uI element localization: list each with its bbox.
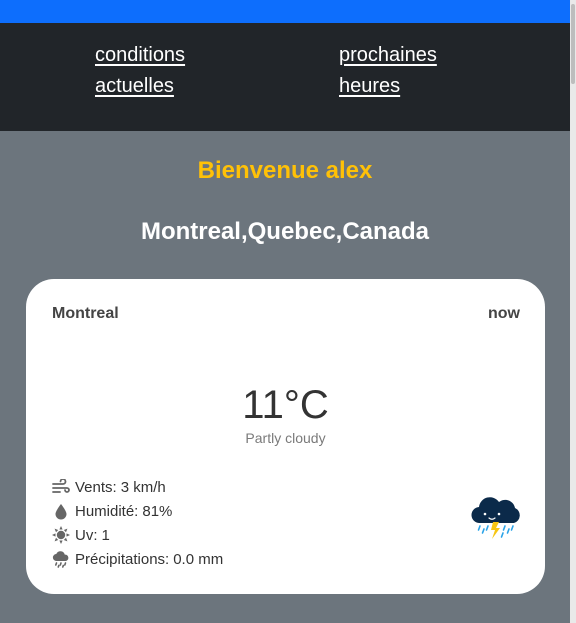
thunderstorm-icon [468, 495, 524, 543]
wind-icon [52, 478, 70, 496]
card-city: Montreal [52, 305, 119, 322]
wind-label: Vents: [75, 478, 117, 496]
nav-link-text: conditions [95, 44, 186, 66]
cloud-rain-icon [52, 550, 70, 568]
uv-row: Uv: 1 [52, 523, 223, 547]
humidity-label: Humidité: [75, 502, 139, 520]
nav-link-conditions-actuelles[interactable]: conditions actuelles [95, 40, 235, 102]
humidity-value: 81% [142, 502, 173, 520]
weather-details: Vents: 3 km/h Humidité: 81% Uv: 1 Précip… [52, 475, 223, 571]
nav-link-text: heures [339, 75, 401, 97]
top-accent-bar [0, 0, 576, 23]
wind-row: Vents: 3 km/h [52, 475, 223, 499]
precipitation-row: Précipitations: 0.0 mm [52, 547, 223, 571]
card-time: now [488, 305, 520, 322]
condition-text: Partly cloudy [245, 430, 326, 446]
weather-card: Montreal now 11°C Partly cloudy Vents: 3… [26, 279, 545, 594]
welcome-heading: Bienvenue alex [197, 157, 373, 184]
scrollbar-thumb[interactable] [571, 4, 575, 84]
wind-value: 3 km/h [120, 478, 166, 496]
page-scrollbar[interactable] [570, 0, 576, 623]
uv-label: Uv: [75, 526, 98, 544]
precipitation-label: Précipitations: [75, 550, 170, 568]
sun-icon [52, 526, 70, 544]
precipitation-value: 0.0 mm [173, 550, 224, 568]
nav-link-text: prochaines [339, 44, 437, 66]
humidity-row: Humidité: 81% [52, 499, 223, 523]
uv-value: 1 [101, 526, 110, 544]
temperature: 11°C [242, 383, 329, 427]
navbar: conditions actuelles prochaines heures [0, 23, 570, 131]
location-heading: Montreal,Quebec,Canada [140, 218, 430, 245]
nav-link-text: actuelles [95, 75, 174, 97]
droplet-icon [52, 502, 70, 520]
nav-link-prochaines-heures[interactable]: prochaines heures [339, 40, 479, 102]
